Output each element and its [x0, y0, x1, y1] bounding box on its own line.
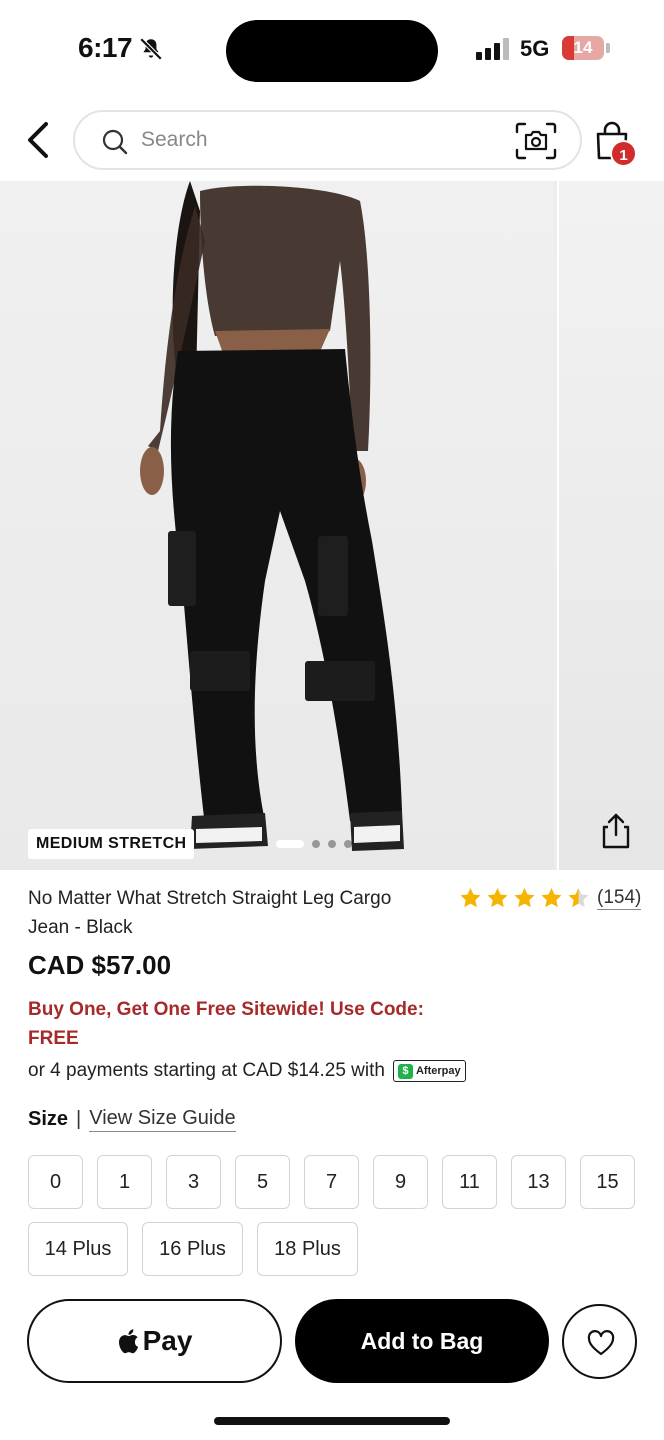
silent-bell-icon	[139, 37, 163, 61]
model-figure-image	[140, 181, 404, 851]
product-rating[interactable]: (154)	[458, 886, 642, 910]
star-icon	[460, 888, 481, 908]
size-option-0[interactable]: 0	[28, 1155, 83, 1209]
size-option-9[interactable]: 9	[373, 1155, 428, 1209]
status-bar: 6:17 5G 14	[0, 0, 664, 100]
apple-pay-button[interactable]: Pay	[27, 1299, 282, 1383]
size-option-15[interactable]: 15	[580, 1155, 635, 1209]
apple-logo-icon	[118, 1329, 138, 1354]
promo-message: Buy One, Get One Free Sitewide! Use Code…	[28, 999, 424, 1049]
size-option-11[interactable]: 11	[442, 1155, 497, 1209]
home-indicator[interactable]	[214, 1417, 450, 1425]
gallery-pagination-dots[interactable]	[276, 840, 352, 848]
status-time: 6:17	[78, 32, 133, 63]
size-option-5[interactable]: 5	[235, 1155, 290, 1209]
size-option-1[interactable]: 1	[97, 1155, 152, 1209]
battery-icon: 14	[562, 36, 604, 60]
product-price: CAD $57.00	[28, 950, 172, 980]
afterpay-label: Afterpay	[415, 1065, 461, 1077]
search-input[interactable]	[141, 120, 501, 160]
product-title: No Matter What Stretch Straight Leg Carg…	[28, 888, 392, 938]
battery-cap	[606, 43, 610, 53]
signal-icon	[476, 38, 509, 60]
battery-level: 14	[573, 38, 593, 57]
half-star-icon	[568, 888, 589, 908]
installments-text: or 4 payments starting at CAD $14.25 wit…	[28, 1060, 385, 1081]
size-option-14-plus[interactable]: 14 Plus	[28, 1222, 128, 1276]
star-icon	[514, 888, 535, 908]
product-image-gallery[interactable]: MEDIUM STRETCH	[0, 181, 664, 870]
network-label: 5G	[520, 36, 550, 61]
dynamic-island	[226, 20, 438, 82]
stretch-tag: MEDIUM STRETCH	[28, 829, 195, 859]
bag-count-badge: 1	[610, 140, 637, 167]
product-photo[interactable]: MEDIUM STRETCH	[0, 181, 554, 870]
star-icon	[541, 888, 562, 908]
review-count-link[interactable]: (154)	[597, 887, 642, 910]
size-label: Size	[28, 1108, 69, 1130]
next-product-photo[interactable]	[557, 181, 664, 870]
size-header: Size | View Size Guide	[28, 1107, 236, 1132]
size-option-3[interactable]: 3	[166, 1155, 221, 1209]
star-icon	[487, 888, 508, 908]
size-separator: |	[76, 1108, 82, 1130]
search-bar[interactable]	[73, 110, 582, 170]
size-option-18-plus[interactable]: 18 Plus	[257, 1222, 358, 1276]
heart-icon	[587, 1330, 615, 1356]
installments-line: or 4 payments starting at CAD $14.25 wit…	[28, 1060, 466, 1082]
apple-pay-label: Pay	[142, 1325, 193, 1356]
share-icon[interactable]	[596, 811, 636, 851]
gallery-dot[interactable]	[276, 840, 304, 848]
size-option-16-plus[interactable]: 16 Plus	[142, 1222, 243, 1276]
gallery-dot[interactable]	[312, 840, 320, 848]
afterpay-logo-icon: $	[397, 1063, 413, 1079]
size-option-7[interactable]: 7	[304, 1155, 359, 1209]
size-option-13[interactable]: 13	[511, 1155, 566, 1209]
gallery-dot[interactable]	[344, 840, 352, 848]
view-size-guide-link[interactable]: View Size Guide	[89, 1107, 236, 1132]
add-to-bag-button[interactable]: Add to Bag	[295, 1299, 549, 1383]
wishlist-button[interactable]	[562, 1304, 637, 1379]
gallery-dot[interactable]	[328, 840, 336, 848]
rating-stars	[458, 886, 591, 910]
back-arrow-icon[interactable]	[24, 120, 56, 160]
afterpay-badge[interactable]: $ Afterpay	[392, 1060, 466, 1082]
visual-search-camera-icon[interactable]	[515, 122, 557, 160]
search-icon	[102, 129, 128, 155]
